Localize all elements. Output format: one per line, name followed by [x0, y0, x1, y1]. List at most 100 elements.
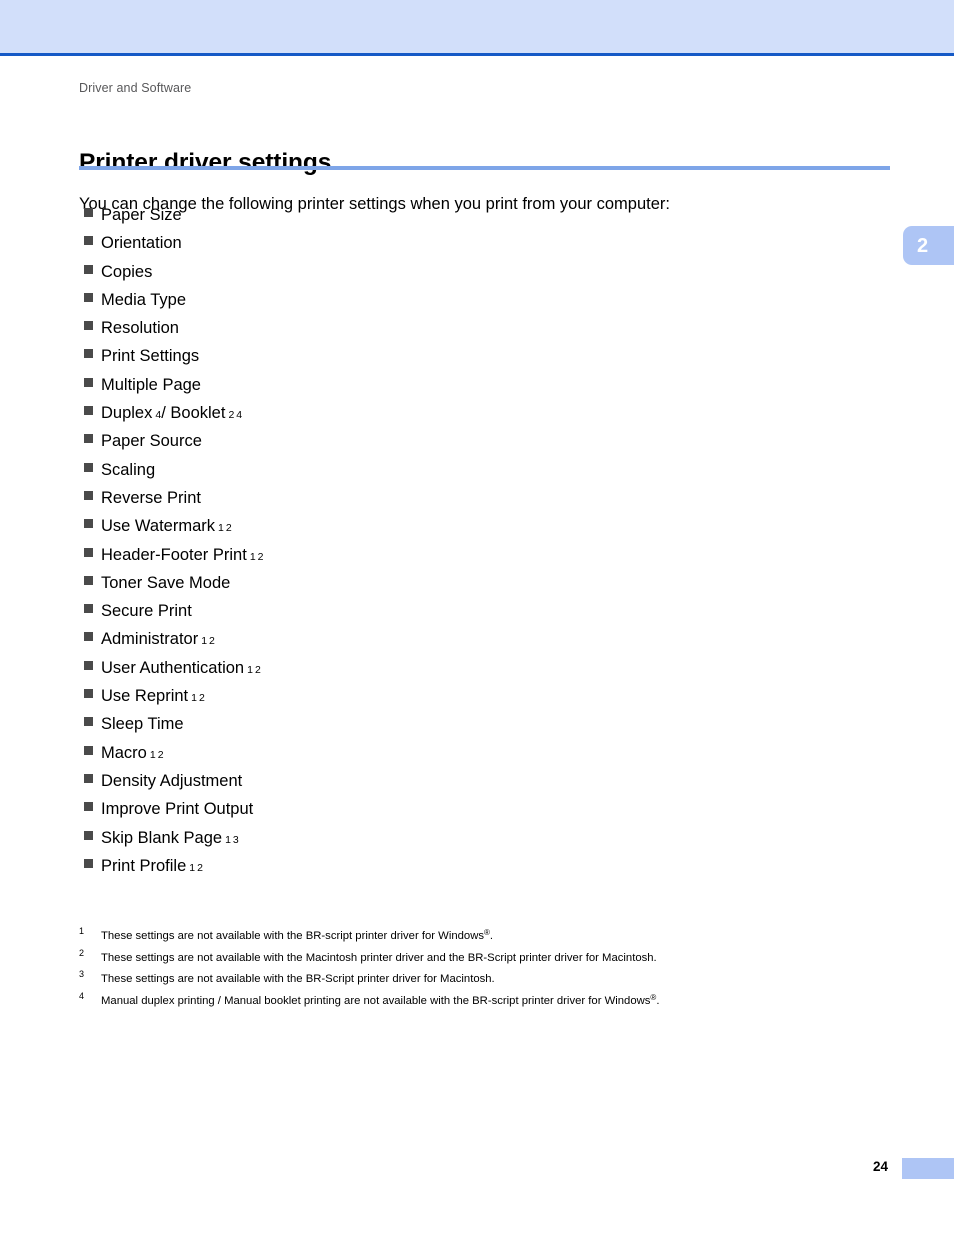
- list-item: Density Adjustment: [84, 772, 864, 800]
- list-item-label: Sleep Time: [101, 715, 184, 734]
- list-item: Secure Print: [84, 602, 864, 630]
- list-item: Scaling: [84, 461, 864, 489]
- list-item-label: Use Watermark: [101, 517, 215, 536]
- bullet-square-icon: [84, 264, 93, 274]
- bullet-square-icon: [84, 292, 93, 302]
- list-item: Use Watermark 1 2: [84, 517, 864, 545]
- list-item-label: Print Settings: [101, 347, 200, 366]
- list-item-label: Improve Print Output: [101, 800, 254, 819]
- heading-underline-rule: [79, 166, 890, 170]
- list-item-label: Paper Size: [101, 206, 182, 224]
- list-item-label: Orientation: [101, 234, 182, 253]
- footer-accent-bar: [902, 1158, 954, 1179]
- bullet-square-icon: [84, 377, 93, 387]
- bullet-square-icon: [84, 830, 93, 840]
- footnote-text: These settings are not available with th…: [101, 929, 879, 943]
- list-item-label: Skip Blank Page: [101, 828, 223, 847]
- list-item: Macro 1 2: [84, 744, 864, 772]
- footnote-row: 2 These settings are not available with t…: [79, 948, 879, 970]
- list-item-label: Multiple Page: [101, 375, 201, 394]
- bullet-square-icon: [84, 208, 93, 217]
- footnote-text-main: Manual duplex printing / Manual booklet …: [101, 994, 651, 1007]
- bullet-square-icon: [84, 802, 93, 812]
- footnote-marker: 2: [79, 947, 85, 958]
- list-item-label: Print Profile: [101, 856, 187, 875]
- page-title: Printer driver settings: [79, 149, 332, 177]
- bullet-square-icon: [84, 321, 93, 331]
- list-item: Print Profile 1 2: [84, 857, 864, 885]
- list-item-label: Duplex: [101, 404, 153, 423]
- printer-settings-list: Paper Size Orientation Copies Media Type Res…: [84, 206, 864, 885]
- footnote-marker: 1: [79, 926, 85, 936]
- footnote-marker: 3: [79, 969, 85, 980]
- bullet-square-icon: [84, 519, 93, 529]
- list-item: Orientation: [84, 234, 864, 262]
- bullet-square-icon: [84, 632, 93, 642]
- list-item: Paper Source: [84, 432, 864, 460]
- list-item-label: Macro: [101, 743, 147, 762]
- bullet-square-icon: [84, 547, 93, 557]
- list-item: Header-Footer Print 1 2: [84, 546, 864, 574]
- footnote-text-tail: .: [489, 930, 494, 942]
- list-item: Skip Blank Page 1 3: [84, 829, 864, 857]
- footnote-text-main: These settings are not available with th…: [101, 973, 495, 986]
- bullet-square-icon: [84, 604, 93, 614]
- list-item-label: Density Adjustment: [101, 771, 243, 790]
- bullet-square-icon: [84, 773, 93, 783]
- list-item-label-secondary: / Booklet: [161, 404, 226, 423]
- list-item-label: Secure Print: [101, 602, 192, 621]
- bullet-square-icon: [84, 575, 93, 585]
- footnote-row: 1 These settings are not available with t…: [79, 926, 879, 948]
- list-item: User Authentication 1 2: [84, 659, 864, 687]
- bullet-square-icon: [84, 660, 93, 670]
- list-item: Sleep Time: [84, 715, 864, 743]
- page-number: 24: [873, 1159, 889, 1174]
- bullet-square-icon: [84, 349, 93, 359]
- running-header: Driver and Software: [79, 81, 192, 95]
- bullet-square-icon: [84, 434, 93, 444]
- footnote-row: 3 These settings are not available with t…: [79, 969, 879, 991]
- list-item-label: Scaling: [101, 460, 156, 479]
- list-item: Administrator 1 2: [84, 630, 864, 658]
- footnote-text: Manual duplex printing / Manual booklet …: [101, 993, 879, 1007]
- footnote-text-tail: .: [656, 994, 660, 1007]
- list-item: Media Type: [84, 291, 864, 319]
- footnote-text: These settings are not available with th…: [101, 952, 879, 964]
- footnote-text-main: These settings are not available with th…: [101, 930, 484, 942]
- footnote-text: These settings are not available with th…: [101, 973, 879, 985]
- bullet-square-icon: [84, 717, 93, 727]
- bullet-square-icon: [84, 236, 93, 246]
- list-item-label: Media Type: [101, 290, 186, 309]
- footnotes-block: 1 These settings are not available with t…: [79, 926, 879, 1012]
- page-top-accent-band: [0, 0, 954, 56]
- list-item: Use Reprint 1 2: [84, 687, 864, 715]
- list-item-label: Header-Footer Print: [101, 545, 247, 564]
- list-item-label: Reverse Print: [101, 488, 201, 507]
- list-item: Duplex 4 / Booklet 2 4: [84, 404, 864, 432]
- list-item-label: Toner Save Mode: [101, 573, 231, 592]
- list-item-label: Use Reprint: [101, 687, 189, 706]
- list-item-label: Resolution: [101, 319, 179, 338]
- footnote-row: 4 Manual duplex printing / Manual booklet…: [79, 991, 879, 1013]
- chapter-tab-number: 2: [916, 234, 929, 257]
- list-item-label: Copies: [101, 262, 153, 281]
- bullet-square-icon: [84, 462, 93, 472]
- bullet-square-icon: [84, 858, 93, 868]
- list-item: Multiple Page: [84, 376, 864, 404]
- bullet-square-icon: [84, 689, 93, 699]
- list-item: Resolution: [84, 319, 864, 347]
- list-item: Toner Save Mode: [84, 574, 864, 602]
- footnote-text-main: These settings are not available with th…: [101, 951, 657, 964]
- list-item-label: User Authentication: [101, 658, 245, 677]
- list-item: Print Settings: [84, 347, 864, 375]
- bullet-square-icon: [84, 406, 93, 416]
- list-item: Reverse Print: [84, 489, 864, 517]
- bullet-square-icon: [84, 490, 93, 500]
- bullet-square-icon: [84, 745, 93, 755]
- list-item-label: Administrator: [101, 630, 199, 649]
- list-item-label: Paper Source: [101, 432, 202, 451]
- list-item: Improve Print Output: [84, 800, 864, 828]
- chapter-tab: 2: [903, 226, 954, 265]
- footnote-marker: 4: [79, 990, 85, 1001]
- list-item: Copies: [84, 263, 864, 291]
